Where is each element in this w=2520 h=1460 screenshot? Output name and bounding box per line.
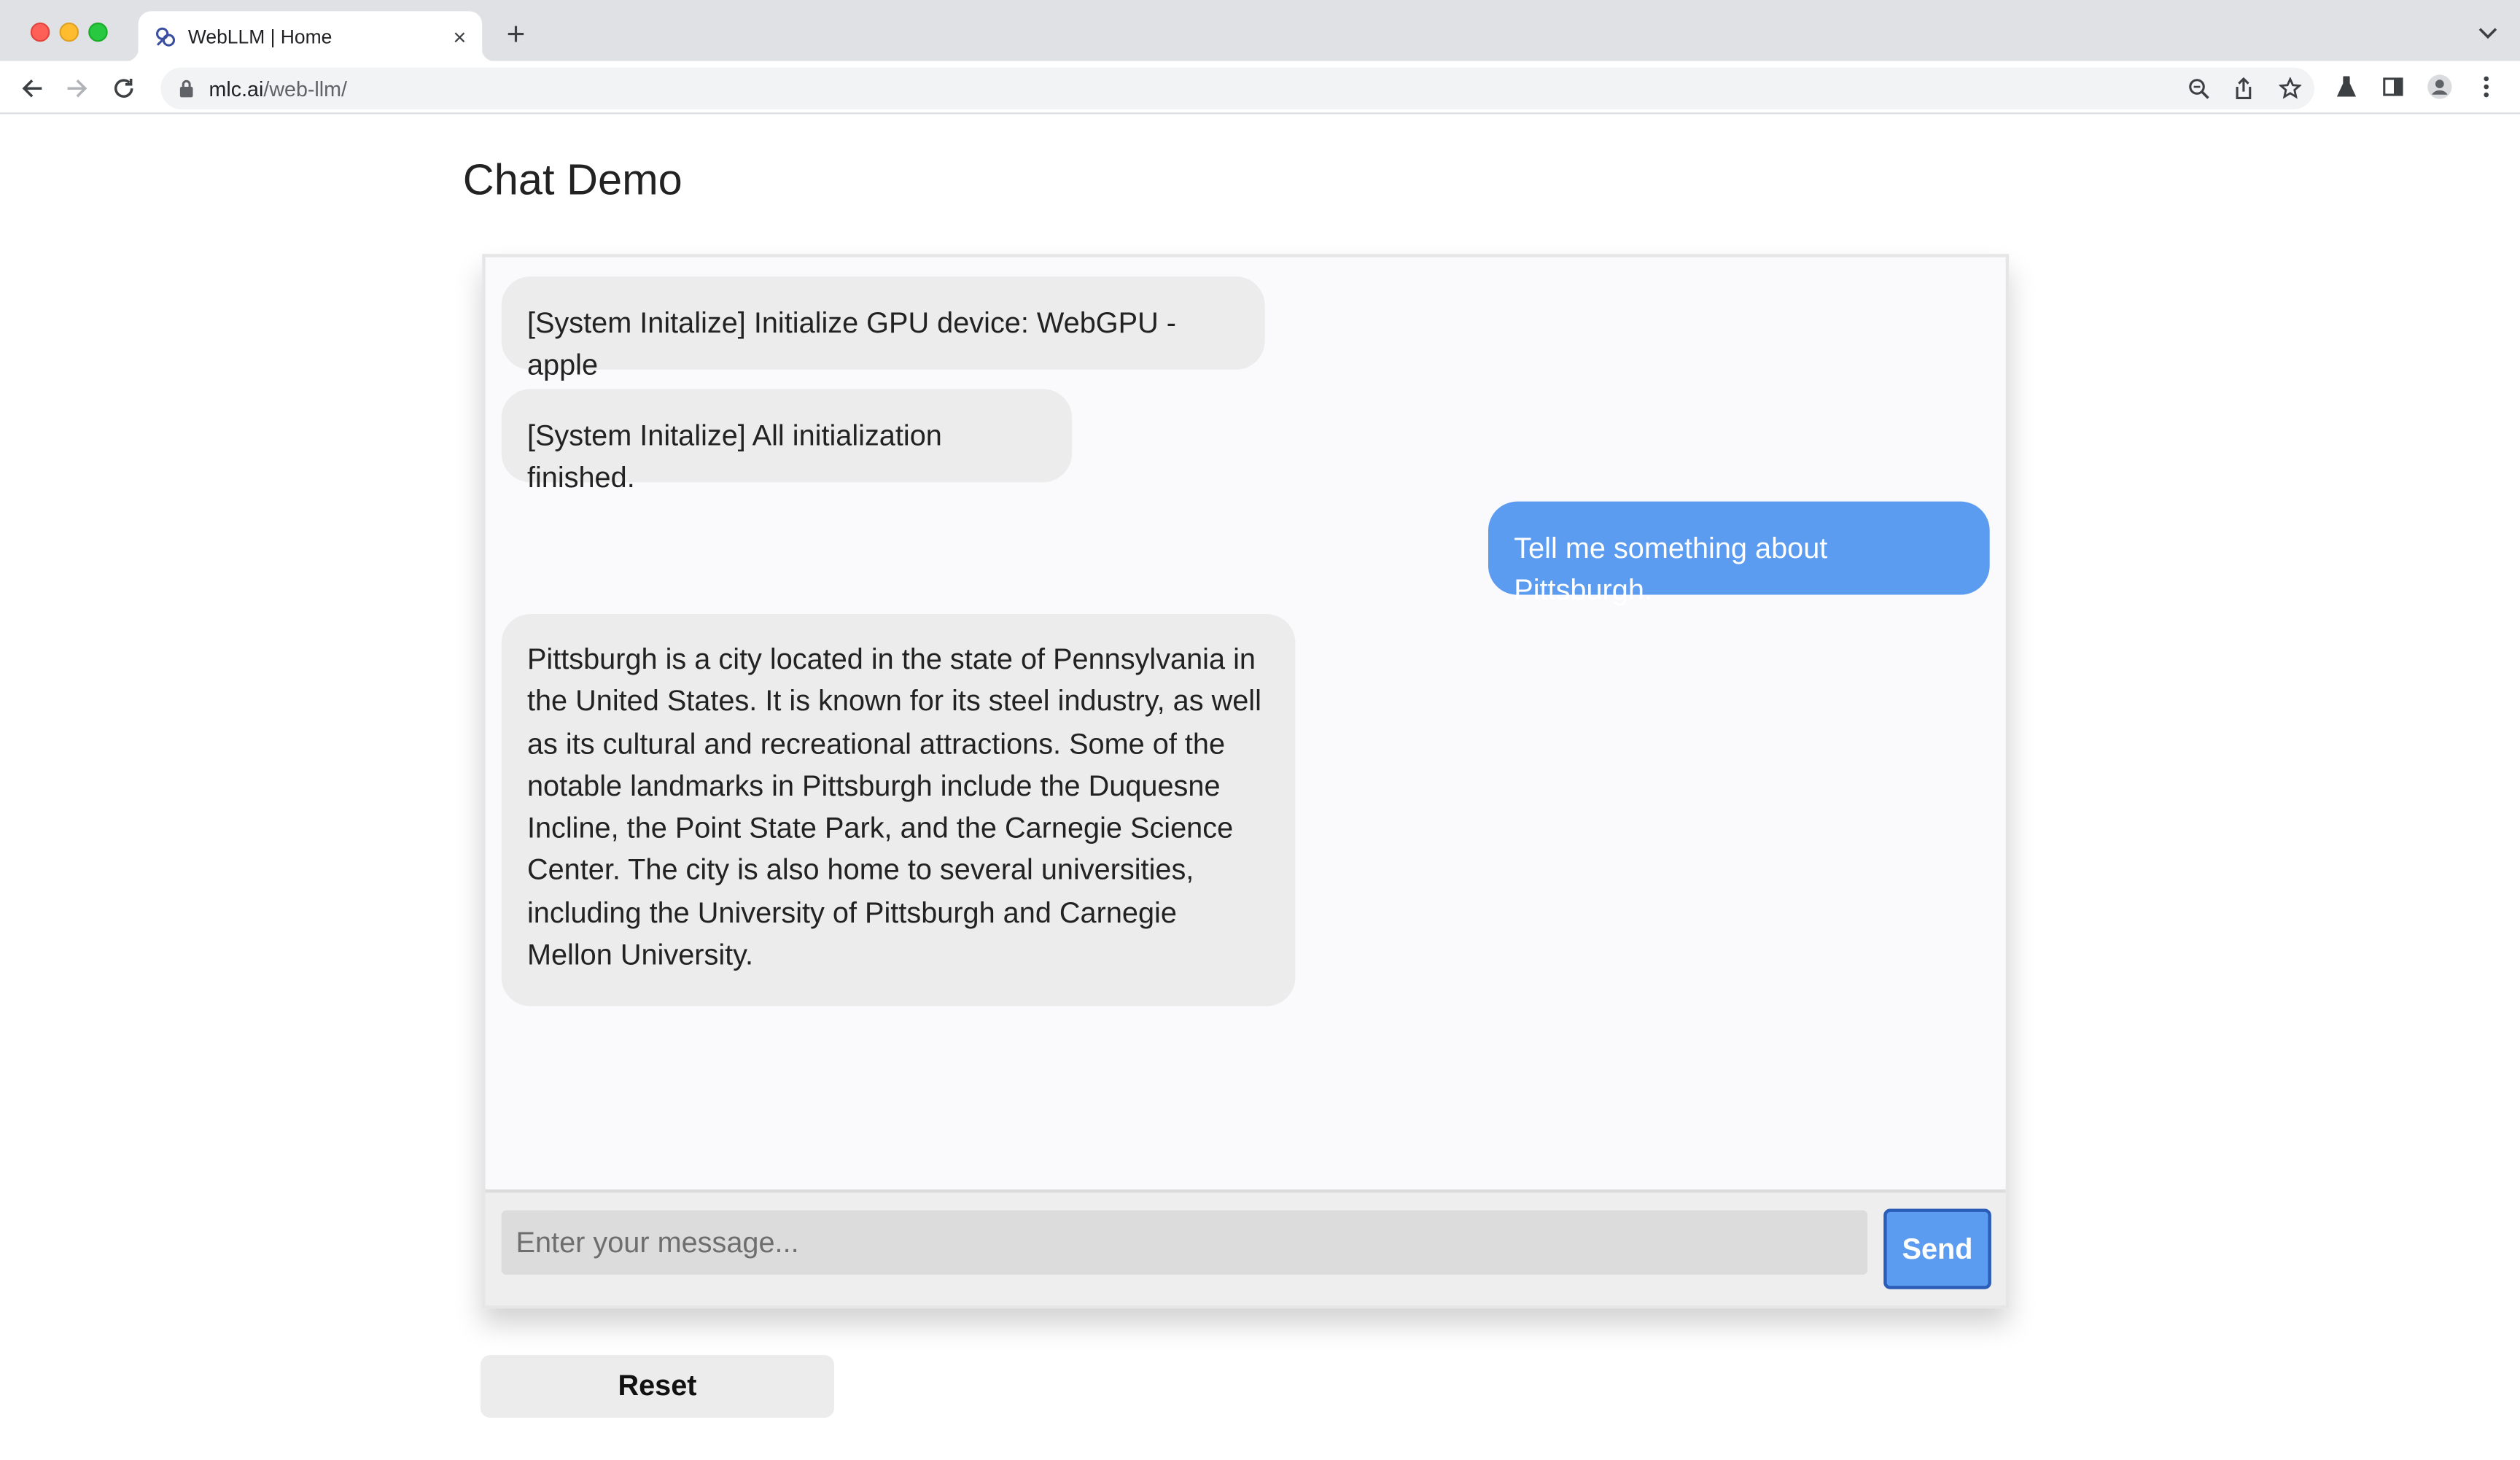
tab-close-icon[interactable]: × <box>447 23 472 49</box>
browser-toolbar: mlc.ai/web-llm/ <box>0 61 2520 114</box>
system-message: [System Initalize] All initialization fi… <box>501 389 1073 494</box>
zoom-icon[interactable] <box>2186 76 2212 101</box>
tab-title: WebLLM | Home <box>187 25 332 48</box>
side-panel-icon[interactable] <box>2380 74 2406 99</box>
reset-button[interactable]: Reset <box>481 1355 834 1418</box>
chat-container: [System Initalize] Initialize GPU device… <box>482 254 2010 1309</box>
browser-window: WebLLM | Home × + mlc.ai/web-llm/ Chat D… <box>0 0 2520 1460</box>
tab-strip: WebLLM | Home × + <box>0 0 2520 61</box>
user-message: Tell me something about Pittsburgh. <box>1488 501 1990 607</box>
chat-log[interactable]: [System Initalize] Initialize GPU device… <box>486 257 2006 1196</box>
favicon-icon <box>155 25 177 47</box>
window-minimize-button[interactable] <box>59 22 79 42</box>
assistant-message: Pittsburgh is a city located in the stat… <box>501 613 1296 1006</box>
tab-webllm-home[interactable]: WebLLM | Home × <box>125 11 495 61</box>
back-icon[interactable] <box>16 72 48 104</box>
star-icon[interactable] <box>2277 76 2303 101</box>
forward-icon[interactable] <box>61 72 93 104</box>
address-bar[interactable]: mlc.ai/web-llm/ <box>160 67 2314 109</box>
reload-icon[interactable] <box>108 72 140 104</box>
page-title: Chat Demo <box>462 155 682 204</box>
url-path: /web-llm/ <box>263 76 348 101</box>
message-input[interactable] <box>501 1210 1868 1275</box>
send-button[interactable]: Send <box>1883 1208 1991 1289</box>
labs-icon[interactable] <box>2333 74 2359 99</box>
system-message: [System Initalize] Initialize GPU device… <box>501 276 1265 381</box>
window-maximize-button[interactable] <box>88 22 108 42</box>
tab-search-icon[interactable] <box>2475 21 2500 47</box>
url-text: mlc.ai/web-llm/ <box>209 77 347 101</box>
profile-icon[interactable] <box>2427 74 2452 99</box>
window-close-button[interactable] <box>30 22 50 42</box>
new-tab-button[interactable]: + <box>499 19 532 51</box>
lock-icon[interactable] <box>176 79 195 98</box>
url-host: mlc.ai <box>209 76 264 101</box>
chat-input-bar: Send <box>485 1189 2006 1305</box>
menu-icon[interactable] <box>2473 74 2499 99</box>
share-icon[interactable] <box>2231 76 2256 101</box>
